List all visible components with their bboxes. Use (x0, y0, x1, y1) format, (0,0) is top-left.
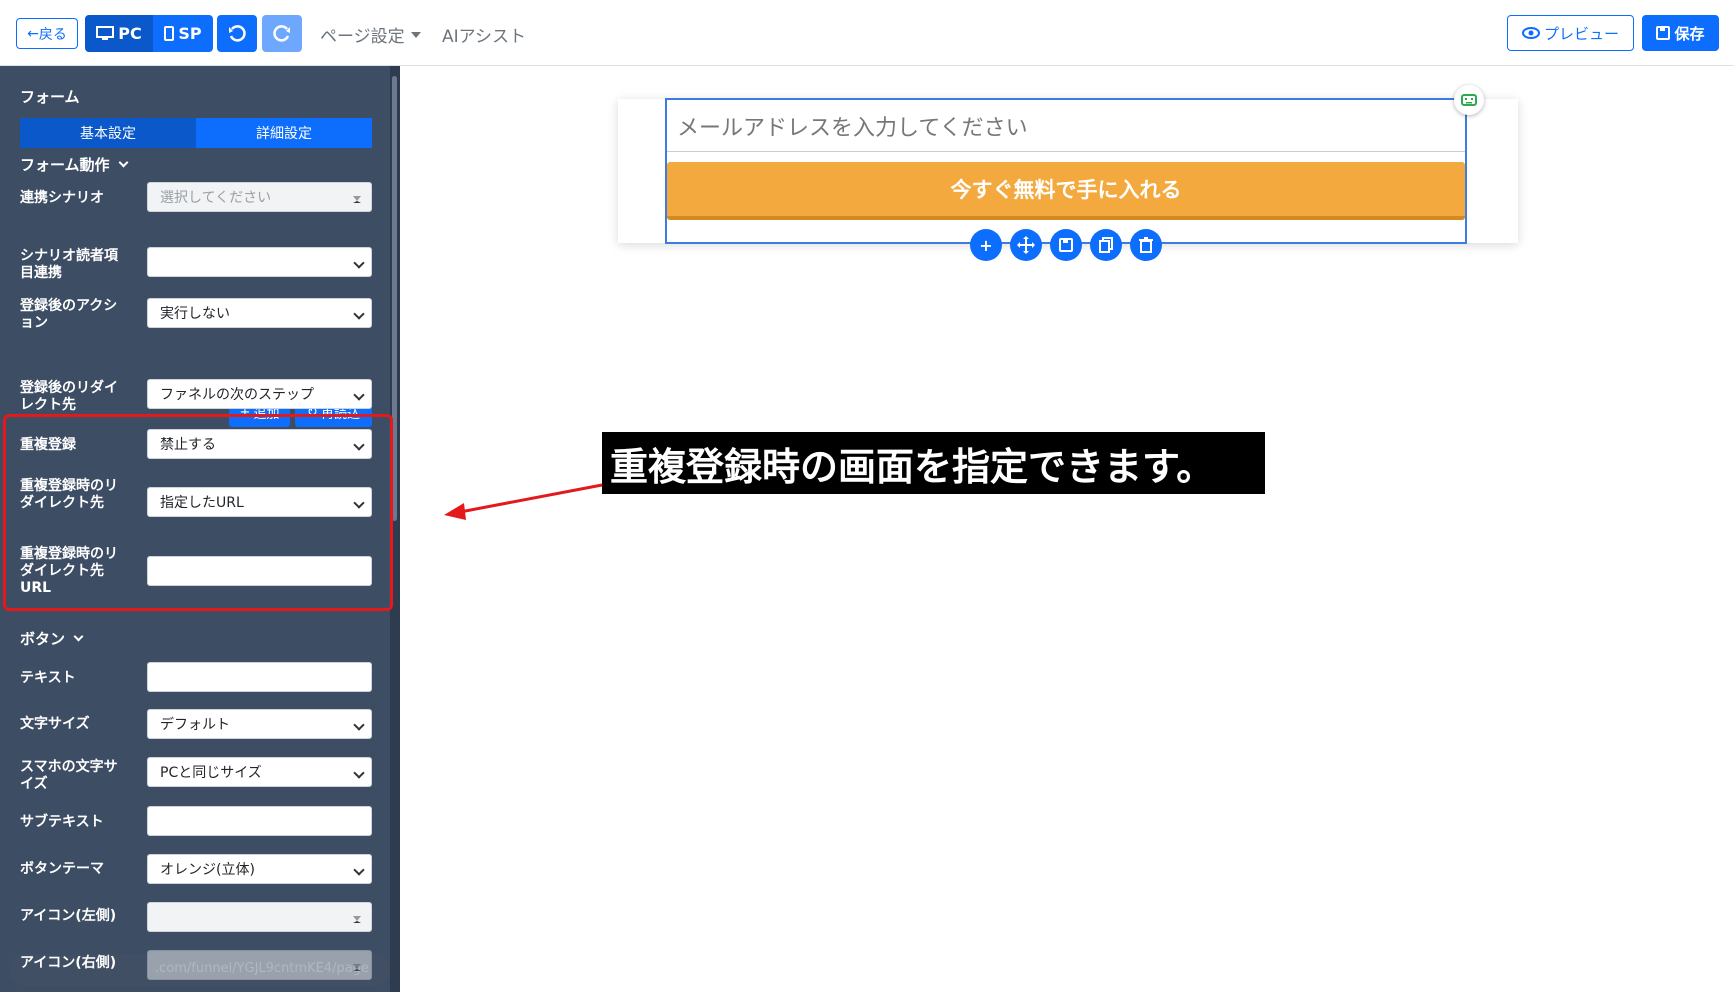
save-block-button[interactable] (1050, 229, 1082, 261)
desktop-icon (96, 26, 115, 40)
scenario-select[interactable]: 選択してください (147, 182, 372, 212)
subtext-input[interactable] (147, 806, 372, 836)
email-input[interactable]: メールアドレスを入力してください (667, 100, 1465, 152)
mobile-icon (164, 26, 175, 41)
post-register-action-select[interactable]: 実行しない (147, 298, 372, 328)
caret-down-icon (410, 31, 421, 38)
sp-view-button[interactable]: SP (153, 15, 213, 52)
button-section-toggle[interactable]: ボタン (20, 628, 84, 649)
undo-button[interactable] (217, 15, 257, 52)
floppy-icon (1059, 238, 1073, 252)
field-label: ボタンテーマ (20, 861, 104, 877)
cta-button[interactable]: 今すぐ無料で手に入れる (667, 162, 1465, 220)
settings-tabs: 基本設定 詳細設定 (20, 118, 372, 148)
reader-field-select[interactable] (147, 247, 372, 277)
sidebar-title: フォーム (20, 88, 80, 106)
post-register-redirect-select[interactable]: ファネルの次のステップ (147, 379, 372, 409)
highlight-box (3, 414, 393, 611)
plus-icon: + (979, 235, 993, 255)
form-behavior-section-toggle[interactable]: フォーム動作 (20, 154, 129, 175)
chevron-down-icon (73, 631, 84, 642)
trash-icon (1139, 237, 1153, 253)
move-block-button[interactable] (1010, 229, 1042, 261)
robot-icon (1461, 94, 1477, 106)
page-settings-menu[interactable]: ページ設定 (320, 22, 421, 47)
field-label: シナリオ読者項目連携 (20, 248, 118, 281)
copy-icon (1099, 237, 1113, 253)
eye-icon (1521, 27, 1540, 39)
left-icon-select[interactable] (147, 902, 372, 932)
field-label: スマホの文字サイズ (20, 759, 118, 792)
add-block-button[interactable]: + (970, 229, 1002, 261)
field-label: 登録後のリダイレクト先 (20, 380, 118, 413)
floppy-icon (1656, 26, 1671, 40)
field-label: 文字サイズ (20, 716, 90, 732)
pc-view-button[interactable]: PC (85, 15, 153, 52)
field-label: アイコン(左側) (20, 908, 117, 924)
preview-button[interactable]: プレビュー (1507, 15, 1634, 51)
font-size-select[interactable]: デフォルト (147, 709, 372, 739)
copy-block-button[interactable] (1090, 229, 1122, 261)
move-icon (1017, 236, 1035, 254)
delete-block-button[interactable] (1130, 229, 1162, 261)
undo-icon (229, 24, 246, 42)
button-theme-select[interactable]: オレンジ(立体) (147, 854, 372, 884)
button-text-input[interactable] (147, 662, 372, 692)
mobile-font-size-select[interactable]: PCと同じサイズ (147, 757, 372, 787)
annotation-callout: 重複登録時の画面を指定できます。 (602, 432, 1265, 494)
device-toggle: PC SP (85, 15, 213, 52)
tab-basic-settings[interactable]: 基本設定 (20, 118, 196, 148)
tab-detail-settings[interactable]: 詳細設定 (196, 118, 372, 148)
editor-canvas: メールアドレスを入力してください 今すぐ無料で手に入れる + (400, 66, 1734, 992)
arrow-left-icon: ← (27, 25, 39, 42)
right-icon-select[interactable] (147, 950, 372, 980)
field-label: 登録後のアクション (20, 298, 118, 331)
field-label: テキスト (20, 670, 76, 686)
field-label: アイコン(右側) (20, 955, 117, 971)
redo-icon (273, 24, 290, 42)
settings-sidebar: フォーム 基本設定 詳細設定 フォーム動作 連携シナリオ 選択してください シナ… (0, 66, 400, 992)
top-toolbar: ← 戻る PC SP ページ設定 AIアシスト プレビュー 保存 (0, 0, 1734, 66)
block-badge[interactable] (1454, 85, 1484, 115)
redo-button[interactable] (262, 15, 302, 52)
back-button[interactable]: ← 戻る (16, 18, 78, 49)
ai-assist-menu[interactable]: AIアシスト (442, 22, 526, 47)
field-label: サブテキスト (20, 814, 104, 830)
save-button[interactable]: 保存 (1642, 15, 1719, 51)
chevron-down-icon (118, 157, 129, 168)
field-label: 連携シナリオ (20, 190, 104, 206)
